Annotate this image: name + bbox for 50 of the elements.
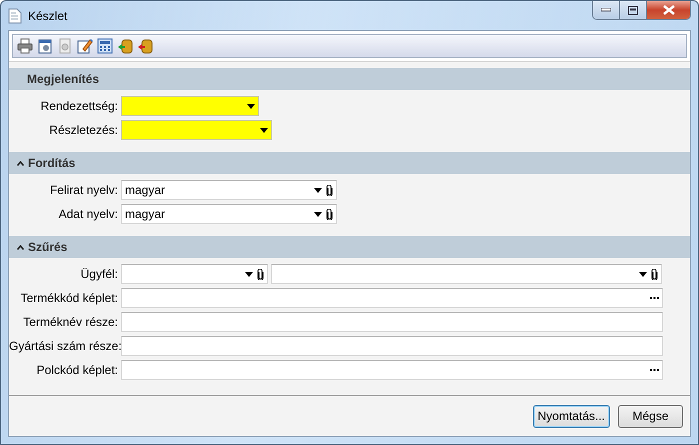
dropdown-arrow-icon[interactable] xyxy=(260,128,268,132)
section-title: Megjelenítés xyxy=(27,72,100,86)
input-field[interactable] xyxy=(121,360,663,380)
dropdown-arrow-icon[interactable] xyxy=(639,272,647,276)
chevron-up-icon[interactable] xyxy=(17,244,24,250)
field-label: Ügyfél: xyxy=(80,267,118,281)
field-label: Adat nyelv: xyxy=(58,207,118,221)
paperclip-icon[interactable] xyxy=(651,268,658,280)
paperclip-icon[interactable] xyxy=(326,208,333,220)
paperclip-icon[interactable] xyxy=(257,268,264,280)
calculator-icon[interactable] xyxy=(98,38,112,54)
input-field[interactable] xyxy=(121,288,663,308)
dropdown-field[interactable] xyxy=(121,96,259,116)
paperclip-icon[interactable] xyxy=(326,184,333,196)
cancel-button[interactable]: Mégse xyxy=(618,404,683,428)
section-header[interactable]: Szűrés xyxy=(9,236,690,258)
dropdown-field[interactable] xyxy=(121,264,268,284)
document-icon xyxy=(8,8,22,24)
dropdown-arrow-icon[interactable] xyxy=(247,104,255,108)
document-pencil-icon[interactable] xyxy=(78,39,93,54)
print-button[interactable]: Nyomtatás... xyxy=(532,404,610,428)
minimize-icon[interactable] xyxy=(601,8,611,12)
section-title: Szűrés xyxy=(28,240,68,254)
database-arrow-icon[interactable] xyxy=(118,40,132,54)
database-arrow-icon[interactable] xyxy=(138,40,152,54)
field-label: Polckód képlet: xyxy=(36,363,118,377)
dropdown-field[interactable] xyxy=(121,120,272,140)
chevron-up-icon[interactable] xyxy=(17,160,24,166)
maximize-button[interactable] xyxy=(620,1,647,19)
printer-icon[interactable] xyxy=(18,38,32,54)
dropdown-arrow-icon[interactable] xyxy=(314,188,322,192)
field-label: Rendezettség: xyxy=(40,99,118,113)
window-title: Készlet xyxy=(28,8,68,22)
close-button[interactable] xyxy=(647,1,690,19)
section-title: Fordítás xyxy=(28,156,76,170)
dropdown-field[interactable]: magyar xyxy=(121,204,337,224)
input-field[interactable] xyxy=(121,336,663,356)
minimize-button[interactable] xyxy=(593,1,620,19)
input-field[interactable] xyxy=(121,312,663,332)
dropdown-field[interactable]: magyar xyxy=(121,180,337,200)
close-icon[interactable] xyxy=(662,5,674,15)
field-label: Részletezés: xyxy=(48,123,118,137)
section-header[interactable]: Fordítás xyxy=(9,152,690,174)
dropdown-arrow-icon[interactable] xyxy=(245,272,253,276)
maximize-icon[interactable] xyxy=(628,6,638,14)
dropdown-field[interactable] xyxy=(271,264,662,284)
field-label: Terméknév része: xyxy=(22,315,118,329)
field-label: Termékkód képlet: xyxy=(20,291,118,305)
dropdown-arrow-icon[interactable] xyxy=(314,212,322,216)
field-label: Felirat nyelv: xyxy=(48,183,118,197)
